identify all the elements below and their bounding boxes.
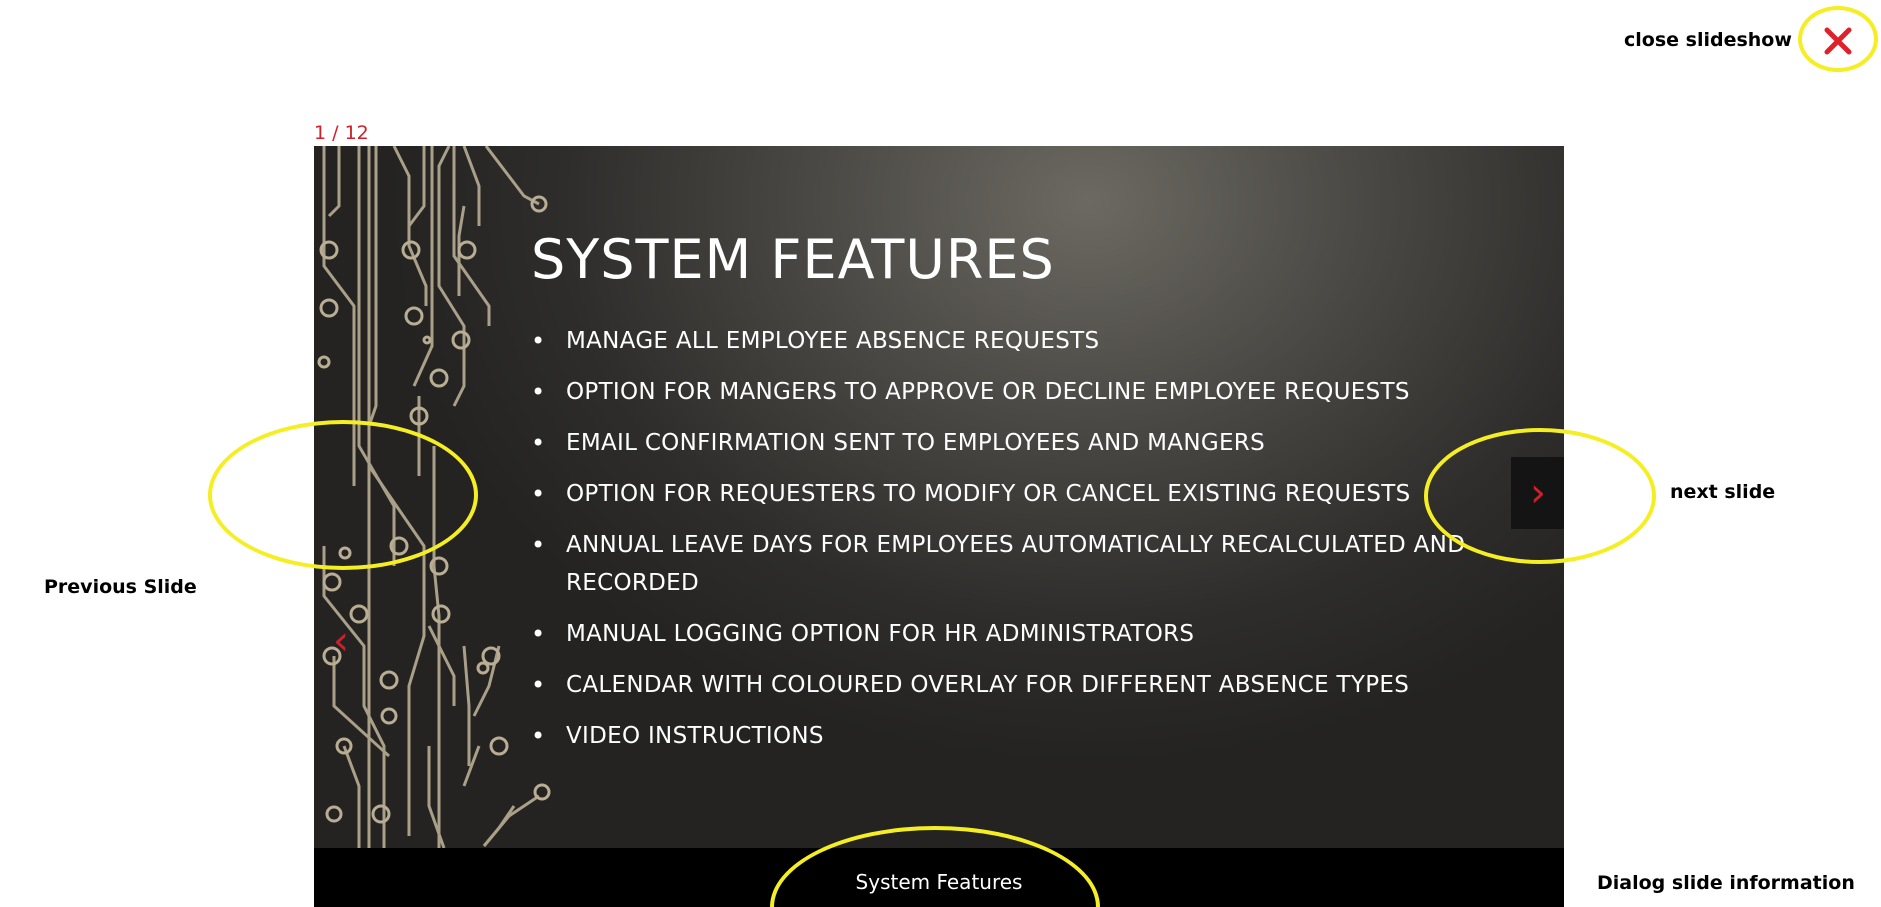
list-item: ANNUAL LEAVE DAYS FOR EMPLOYEES AUTOMATI… [531, 526, 1541, 602]
list-item: MANAGE ALL EMPLOYEE ABSENCE REQUESTS [531, 322, 1541, 360]
chevron-left-icon: ‹ [333, 618, 349, 664]
close-slideshow-button[interactable] [1803, 12, 1873, 72]
close-icon [1824, 27, 1852, 55]
list-item: EMAIL CONFIRMATION SENT TO EMPLOYEES AND… [531, 424, 1541, 462]
next-slide-button[interactable]: › [1511, 457, 1564, 529]
slide-image: SYSTEM FEATURES MANAGE ALL EMPLOYEE ABSE… [314, 146, 1564, 848]
previous-slide-button[interactable]: ‹ [314, 605, 368, 677]
annotation-previous: Previous Slide [44, 576, 197, 598]
list-item: OPTION FOR REQUESTERS TO MODIFY OR CANCE… [531, 475, 1541, 513]
chevron-right-icon: › [1530, 470, 1546, 516]
list-item: OPTION FOR MANGERS TO APPROVE OR DECLINE… [531, 373, 1541, 411]
slide-caption: System Features [855, 870, 1023, 894]
slide-caption-bar: System Features [314, 848, 1564, 907]
list-item: VIDEO INSTRUCTIONS [531, 717, 1541, 755]
annotation-close: close slideshow [1624, 29, 1792, 51]
annotation-caption: Dialog slide information [1597, 872, 1855, 894]
slide-bullet-list: MANAGE ALL EMPLOYEE ABSENCE REQUESTS OPT… [531, 322, 1541, 768]
list-item: CALENDAR WITH COLOURED OVERLAY FOR DIFFE… [531, 666, 1541, 704]
annotation-next: next slide [1670, 481, 1776, 503]
slide-counter: 1 / 12 [314, 122, 369, 144]
slide-title: SYSTEM FEATURES [531, 228, 1055, 291]
list-item: MANUAL LOGGING OPTION FOR HR ADMINISTRAT… [531, 615, 1541, 653]
